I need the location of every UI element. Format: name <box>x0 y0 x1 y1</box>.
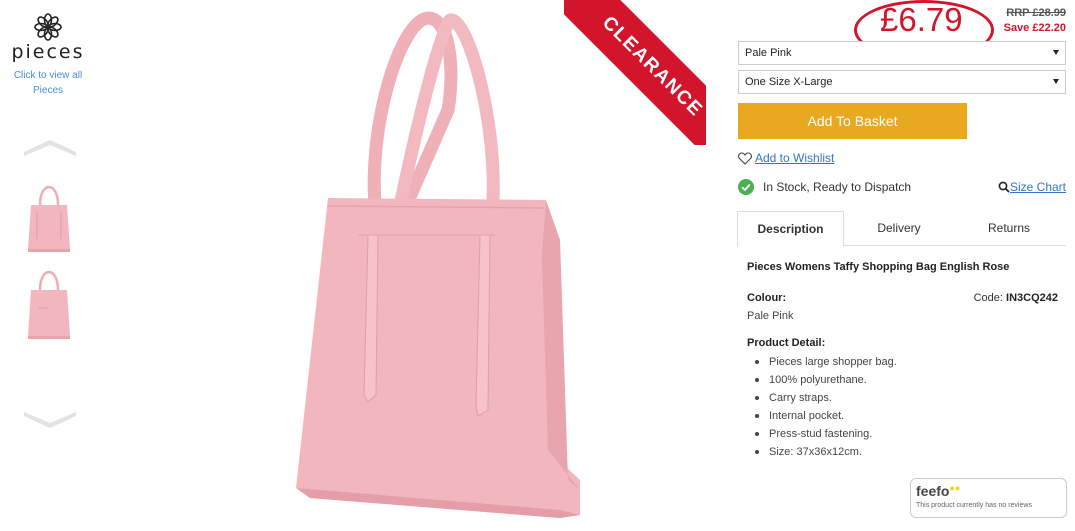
product-detail-list: Pieces large shopper bag. 100% polyureth… <box>755 353 897 461</box>
colour-select[interactable]: Pale Pink <box>738 41 1066 65</box>
clearance-banner: CLEARANCE <box>564 0 706 145</box>
code-label: Code: <box>973 292 1003 304</box>
heart-icon[interactable] <box>738 151 752 165</box>
save-amount: Save £22.20 <box>1003 22 1066 34</box>
size-chart-link[interactable]: Size Chart <box>1010 180 1066 194</box>
tab-description[interactable]: Description <box>737 211 844 247</box>
product-code: Code: IN3CQ242 <box>974 292 1058 304</box>
wishlist-row[interactable]: Add to Wishlist <box>738 151 834 165</box>
size-chart[interactable]: Size Chart <box>998 180 1066 194</box>
chevron-down-icon <box>1053 50 1059 55</box>
view-all-brand-link[interactable]: Click to view all Pieces <box>0 68 96 98</box>
search-icon[interactable] <box>998 181 1010 193</box>
code-value: IN3CQ242 <box>1006 292 1058 304</box>
product-title: Pieces Womens Taffy Shopping Bag English… <box>747 261 1010 273</box>
tab-returns[interactable]: Returns <box>954 211 1064 246</box>
main-product-image <box>296 11 580 518</box>
pieces-flower-logo-icon <box>34 13 62 41</box>
list-item: 100% polyurethane. <box>755 371 897 389</box>
product-detail-label: Product Detail: <box>747 337 826 349</box>
stock-text: In Stock, Ready to Dispatch <box>763 180 912 194</box>
list-item: Pieces large shopper bag. <box>755 353 897 371</box>
colour-select-value: Pale Pink <box>745 47 792 59</box>
size-select-value: One Size X-Large <box>745 76 833 88</box>
clearance-band: CLEARANCE <box>564 0 706 145</box>
stock-status: In Stock, Ready to Dispatch <box>738 179 911 195</box>
product-info-tabs: Description Delivery Returns <box>737 211 1066 247</box>
list-item: Carry straps. <box>755 389 897 407</box>
thumbnail-up-arrow-icon[interactable] <box>24 138 76 158</box>
clearance-label: CLEARANCE <box>597 12 706 122</box>
brand-logo-block[interactable]: pieces <box>0 12 96 62</box>
add-to-wishlist-link[interactable]: Add to Wishlist <box>755 151 834 165</box>
add-to-basket-button[interactable]: Add To Basket <box>738 103 967 139</box>
view-all-link-line2[interactable]: Pieces <box>0 83 96 98</box>
feefo-logo-text: feefo <box>916 483 950 499</box>
list-item: Internal pocket. <box>755 407 897 425</box>
size-select[interactable]: One Size X-Large <box>738 70 1066 94</box>
thumbnail-front-view[interactable] <box>24 177 74 255</box>
feefo-logo: feefo●● <box>916 483 960 499</box>
colour-value: Pale Pink <box>747 310 794 322</box>
feefo-reviews-badge[interactable]: feefo●● This product currently has no re… <box>910 478 1067 518</box>
current-price: £6.79 <box>880 1 963 38</box>
chevron-down-icon <box>1053 79 1059 84</box>
brand-name: pieces <box>11 41 85 63</box>
thumbnail-down-arrow-icon[interactable] <box>24 410 76 430</box>
tab-delivery[interactable]: Delivery <box>844 211 954 246</box>
list-item: Press-stud fastening. <box>755 425 897 443</box>
colour-label: Colour: <box>747 292 787 304</box>
feefo-no-reviews-text: This product currently has no reviews <box>916 502 1032 509</box>
product-title-block: Pieces Womens Taffy Shopping Bag English… <box>747 261 1062 273</box>
view-all-link-line1[interactable]: Click to view all <box>0 68 96 83</box>
feefo-dots-icon: ●● <box>949 483 961 493</box>
list-item: Size: 37x36x12cm. <box>755 443 897 461</box>
thumbnail-back-view[interactable] <box>24 264 74 342</box>
rrp-price: RRP £28.99 <box>1006 7 1066 19</box>
check-circle-icon <box>738 179 754 195</box>
